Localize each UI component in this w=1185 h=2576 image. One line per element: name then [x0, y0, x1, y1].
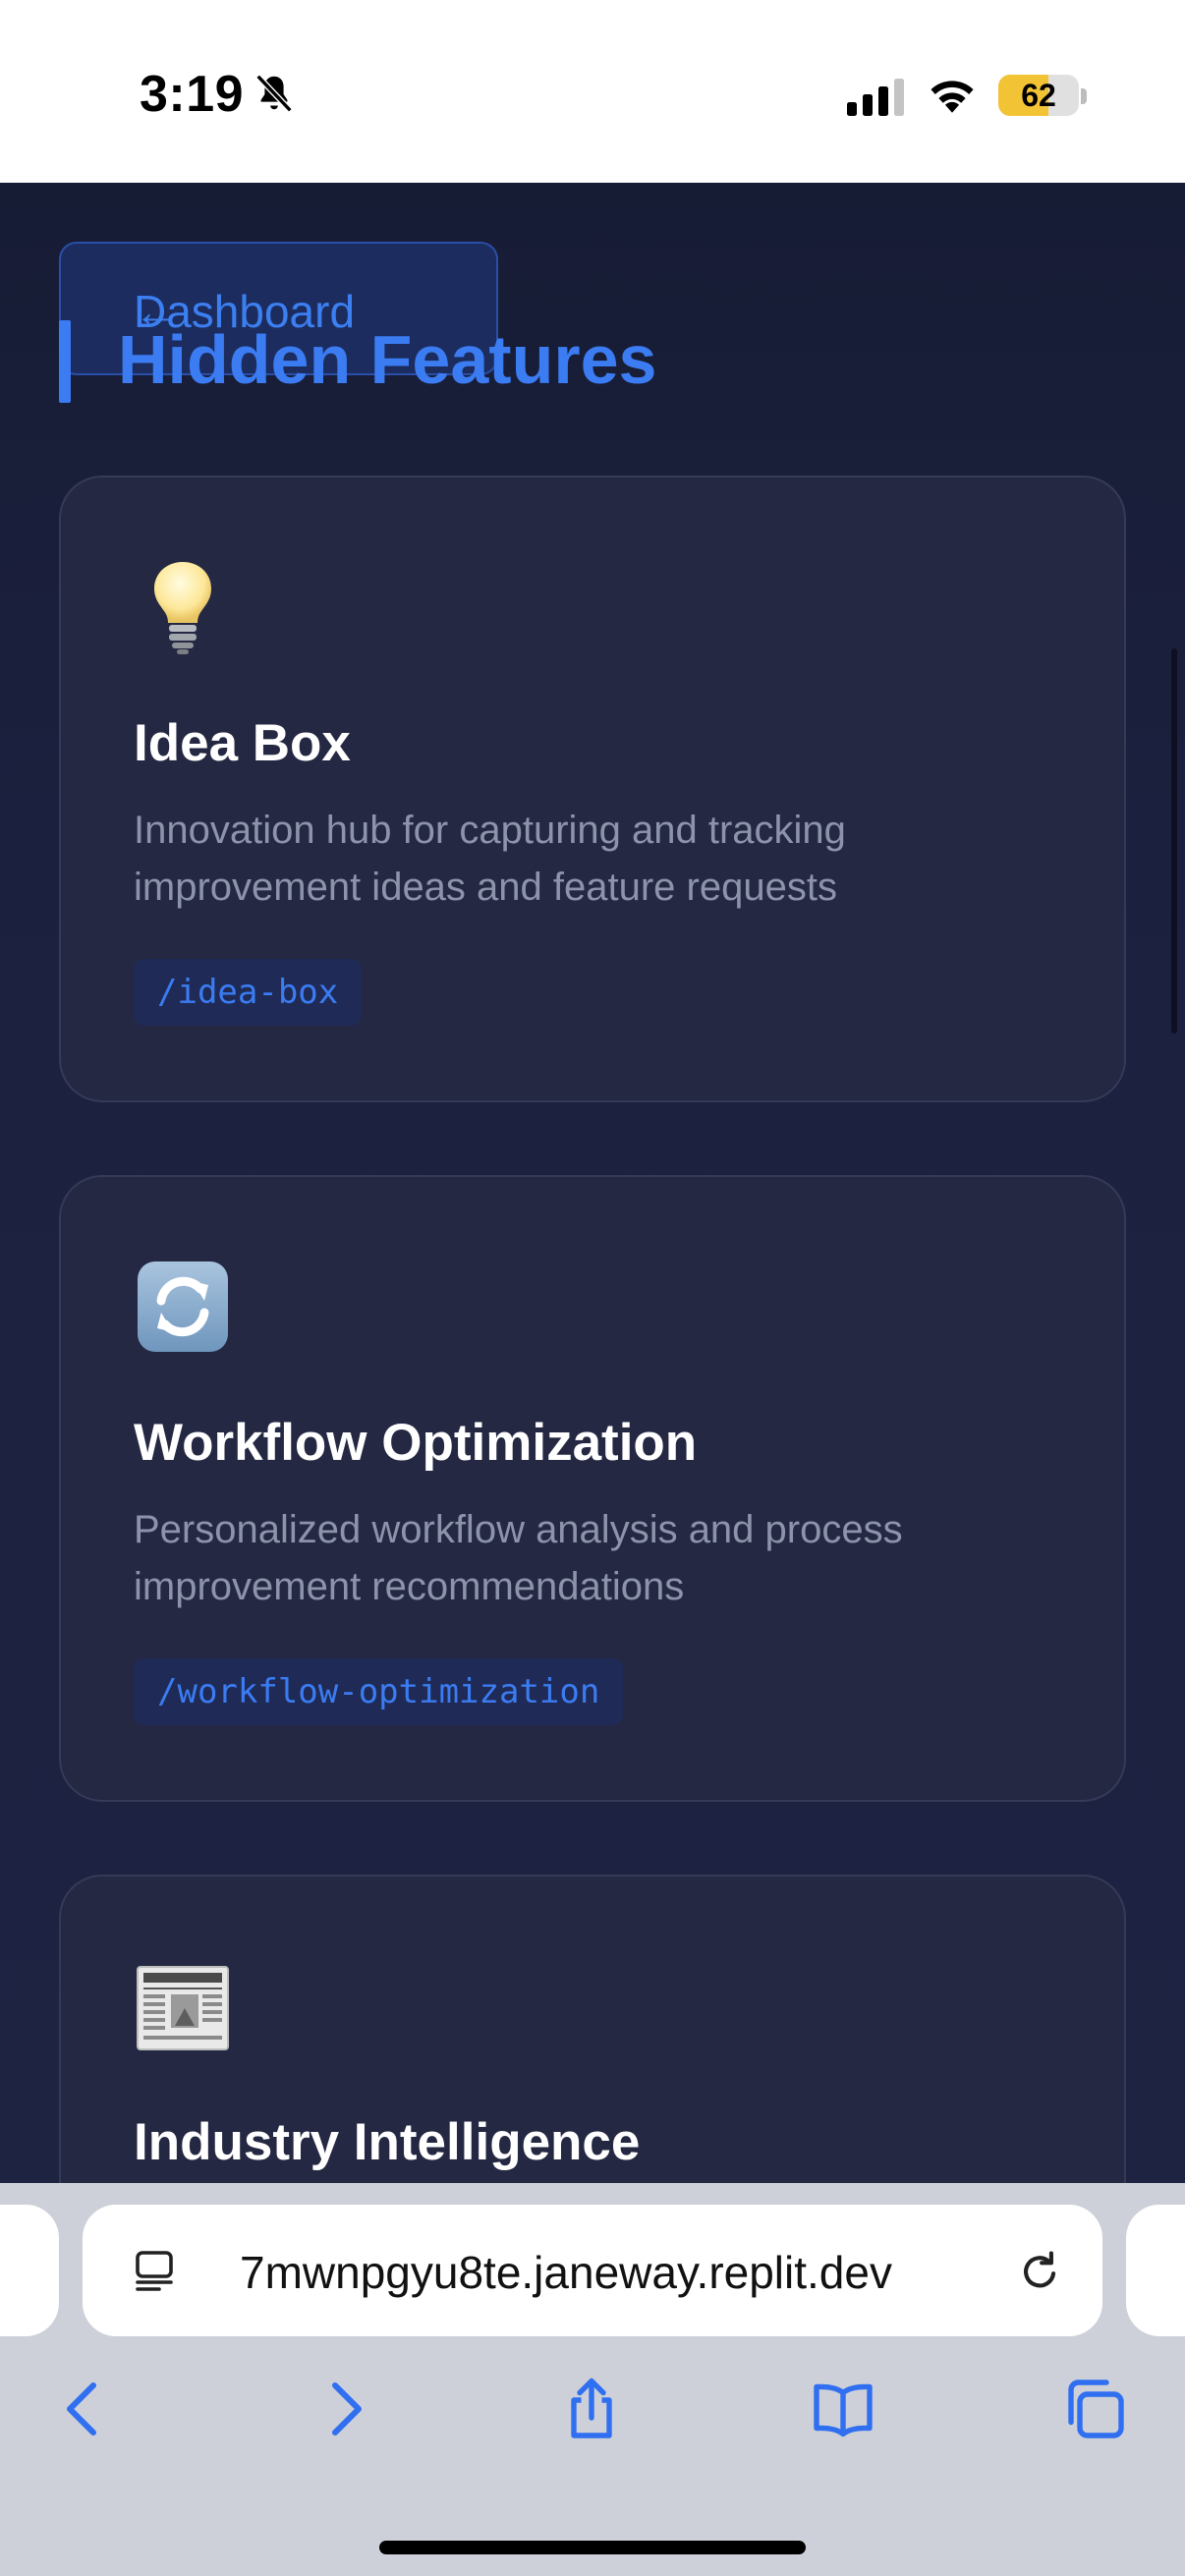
section-title: Hidden Features	[118, 321, 657, 398]
previous-tab-preview[interactable]	[0, 2205, 59, 2336]
section-accent-bar	[59, 320, 71, 403]
wifi-icon	[931, 81, 974, 113]
status-bar: 3:19 62	[0, 0, 1185, 183]
status-time: 3:19	[140, 66, 245, 123]
newspaper-icon	[137, 1966, 229, 2050]
reload-icon[interactable]	[1014, 2246, 1065, 2297]
battery-nub	[1081, 88, 1087, 104]
card-title: Industry Intelligence	[134, 2113, 641, 2171]
page-menu-icon[interactable]	[132, 2248, 179, 2295]
refresh-arrows-icon	[138, 1261, 228, 1352]
battery-icon: 62	[998, 75, 1079, 116]
address-bar[interactable]: 7mwnpgyu8te.janeway.replit.dev	[83, 2205, 1102, 2336]
home-indicator[interactable]	[379, 2541, 806, 2554]
card-description: Personalized workflow analysis and proce…	[134, 1508, 903, 1608]
forward-icon[interactable]	[309, 2374, 379, 2444]
browser-toolbar: 7mwnpgyu8te.janeway.replit.dev	[0, 2183, 1185, 2576]
tabs-icon[interactable]	[1059, 2374, 1130, 2444]
signal-icon	[847, 79, 904, 116]
next-tab-preview[interactable]	[1126, 2205, 1185, 2336]
feature-card-workflow-optimization[interactable]: Workflow Optimization Personalized workf…	[59, 1175, 1126, 1802]
card-description: Innovation hub for capturing and trackin…	[134, 809, 846, 909]
web-page: ← Dashboard Hidden Features Idea Box Inn…	[0, 183, 1185, 2183]
url-text[interactable]: 7mwnpgyu8te.janeway.replit.dev	[240, 2246, 892, 2299]
battery-level: 62	[1021, 78, 1056, 113]
card-route-badge: /idea-box	[134, 959, 363, 1026]
page-scrollbar[interactable]	[1171, 648, 1177, 1034]
bookmarks-icon[interactable]	[808, 2374, 878, 2444]
feature-card-idea-box[interactable]: Idea Box Innovation hub for capturing an…	[59, 476, 1126, 1102]
card-title: Workflow Optimization	[134, 1414, 698, 1472]
lightbulb-icon	[154, 562, 211, 654]
bell-slash-icon	[255, 74, 293, 113]
feature-card-industry-intelligence[interactable]: Industry Intelligence	[59, 1875, 1126, 2183]
back-icon[interactable]	[49, 2374, 120, 2444]
card-title: Idea Box	[134, 714, 351, 772]
share-icon[interactable]	[556, 2374, 627, 2444]
card-route-badge: /workflow-optimization	[134, 1658, 624, 1725]
